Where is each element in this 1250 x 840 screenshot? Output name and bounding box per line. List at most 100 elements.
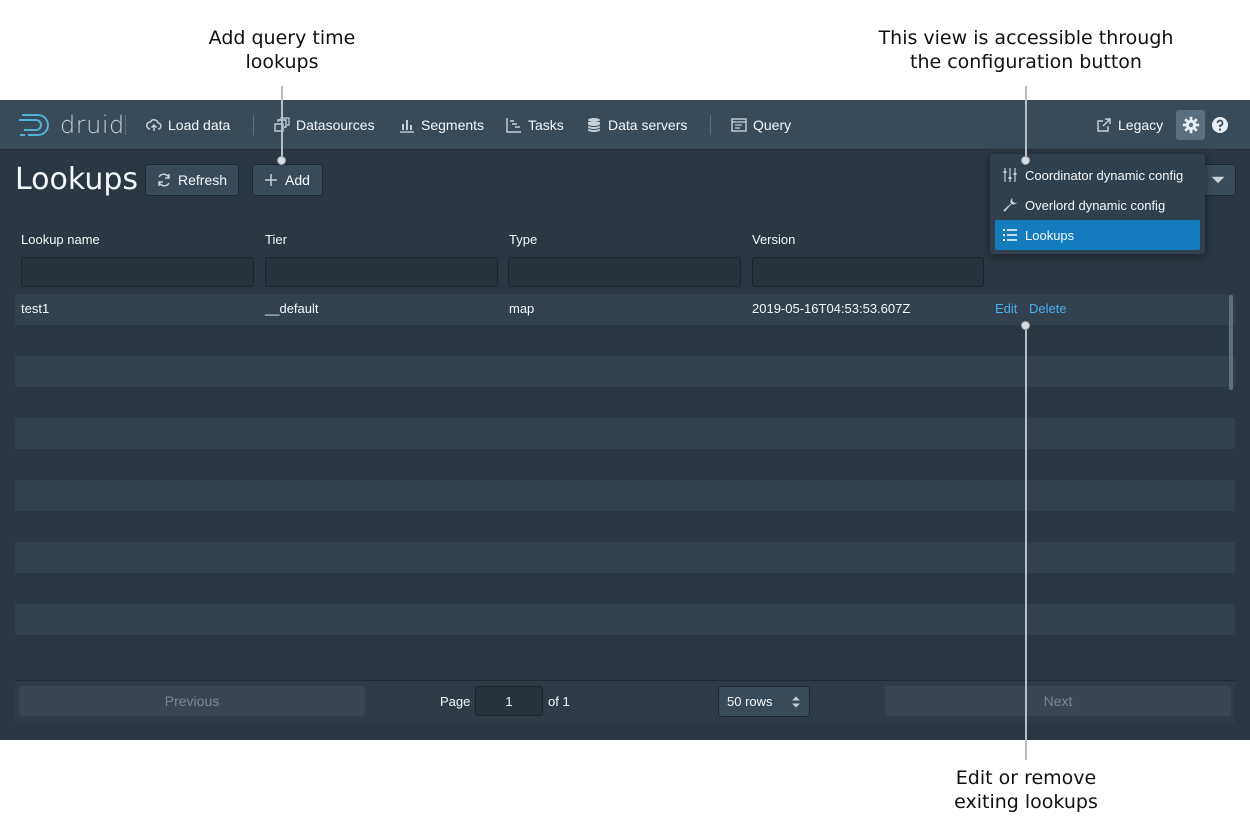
empty-row (15, 387, 1235, 418)
top-navbar: druid Load data Datasources Segments Tas… (0, 100, 1250, 150)
settings-button[interactable] (1176, 110, 1205, 140)
list-icon (1003, 229, 1017, 241)
wrench-icon (1003, 198, 1017, 212)
annotation-pointer-dot-config (1021, 156, 1030, 165)
column-header-tier[interactable]: Tier (265, 232, 287, 247)
help-icon (1212, 117, 1228, 133)
share-icon (1097, 118, 1111, 132)
page-total-label: of 1 (548, 694, 570, 709)
cell-version: 2019-05-16T04:53:53.607Z (752, 301, 911, 316)
application-icon (731, 118, 747, 132)
annotation-add-line2: lookups (245, 51, 319, 73)
empty-row (15, 635, 1235, 666)
add-label: Add (285, 172, 310, 188)
next-page-button[interactable]: Next (885, 686, 1231, 716)
annotation-pointer-add (281, 86, 283, 160)
delete-link[interactable]: Delete (1029, 301, 1067, 316)
refresh-icon (158, 173, 170, 187)
annotation-config-line1: This view is accessible through (878, 27, 1174, 49)
stacked-chart-icon (400, 120, 414, 133)
more-options-button[interactable] (1200, 164, 1236, 196)
nav-divider (710, 115, 711, 135)
filter-version-input[interactable] (752, 257, 984, 287)
nav-load-data[interactable]: Load data (146, 112, 230, 138)
nav-segments-label: Segments (421, 117, 485, 133)
table-row: test1 __default map 2019-05-16T04:53:53.… (15, 294, 1235, 325)
column-header-type[interactable]: Type (509, 232, 537, 247)
druid-console: druid Load data Datasources Segments Tas… (0, 100, 1250, 740)
plus-icon (265, 174, 277, 186)
cell-tier: __default (265, 301, 319, 316)
nav-query-label: Query (753, 117, 792, 133)
column-header-version[interactable]: Version (752, 232, 795, 247)
annotation-pointer-edit (1025, 326, 1027, 760)
nav-data-servers-label: Data servers (608, 117, 688, 133)
cog-icon (1182, 116, 1199, 134)
page-title: Lookups (15, 162, 139, 197)
table-scrollbar[interactable] (1229, 295, 1233, 390)
column-header-lookup-name[interactable]: Lookup name (21, 232, 100, 247)
annotation-add-line1: Add query time (208, 27, 356, 49)
annotation-pointer-config (1025, 86, 1027, 160)
nav-datasources-label: Datasources (296, 117, 375, 133)
annotation-config-line2: the configuration button (910, 51, 1142, 73)
menu-item-label: Lookups (1025, 227, 1075, 243)
cell-lookup-name: test1 (21, 301, 50, 316)
annotation-pointer-dot-add (277, 156, 286, 165)
nav-divider (125, 115, 126, 135)
nav-datasources[interactable]: Datasources (274, 112, 375, 138)
druid-logo[interactable]: druid (18, 111, 125, 139)
annotation-config-button: This view is accessible through the conf… (870, 26, 1182, 74)
refresh-label: Refresh (178, 172, 228, 188)
menu-item-overlord-config[interactable]: Overlord dynamic config (995, 190, 1200, 220)
table-body: test1 __default map 2019-05-16T04:53:53.… (15, 294, 1235, 666)
druid-logo-icon (19, 114, 49, 136)
empty-row (15, 418, 1235, 449)
nav-tasks-label: Tasks (528, 117, 564, 133)
double-caret-icon (792, 696, 800, 708)
menu-item-label: Coordinator dynamic config (1025, 167, 1184, 183)
filter-tier-input[interactable] (265, 257, 498, 287)
menu-item-label: Overlord dynamic config (1025, 197, 1166, 213)
empty-row (15, 480, 1235, 511)
add-lookup-button[interactable]: Add (252, 164, 323, 196)
page-number-input[interactable]: 1 (475, 686, 543, 716)
pagination-bar: Previous Page 1 of 1 50 rows Next (15, 680, 1235, 724)
menu-item-lookups[interactable]: Lookups (995, 220, 1200, 250)
filter-type-input[interactable] (508, 257, 741, 287)
empty-row (15, 573, 1235, 604)
nav-load-data-label: Load data (168, 117, 231, 133)
annotation-pointer-dot-edit (1021, 321, 1030, 330)
edit-link[interactable]: Edit (995, 301, 1017, 316)
gantt-chart-icon (506, 118, 521, 133)
empty-row (15, 604, 1235, 635)
logo-text: druid (60, 111, 125, 139)
empty-row (15, 542, 1235, 573)
cloud-upload-icon (146, 119, 162, 131)
cell-type: map (509, 301, 535, 316)
help-button[interactable] (1211, 116, 1229, 139)
refresh-button[interactable]: Refresh (145, 164, 239, 196)
filter-lookup-name-input[interactable] (21, 257, 254, 287)
database-icon (587, 118, 601, 132)
previous-page-button[interactable]: Previous (19, 686, 365, 716)
annotation-add-lookups: Add query time lookups (190, 26, 374, 74)
empty-row (15, 325, 1235, 356)
settings-sliders-icon (1003, 168, 1017, 182)
nav-data-servers[interactable]: Data servers (586, 112, 687, 138)
rows-per-page-label: 50 rows (727, 694, 773, 709)
empty-row (15, 511, 1235, 542)
nav-query[interactable]: Query (731, 112, 791, 138)
caret-down-icon (1211, 176, 1225, 184)
nav-divider (253, 115, 254, 135)
nav-legacy-label: Legacy (1118, 117, 1164, 133)
empty-row (15, 356, 1235, 387)
empty-row (15, 449, 1235, 480)
lookups-table: Lookup name Tier Type Version test1 __de… (15, 224, 1235, 824)
settings-menu: Coordinator dynamic config Overlord dyna… (990, 154, 1205, 254)
nav-legacy[interactable]: Legacy (1096, 112, 1163, 138)
page-label: Page (440, 694, 471, 709)
rows-per-page-select[interactable]: 50 rows (718, 686, 810, 717)
nav-tasks[interactable]: Tasks (506, 112, 564, 138)
nav-segments[interactable]: Segments (399, 112, 484, 138)
